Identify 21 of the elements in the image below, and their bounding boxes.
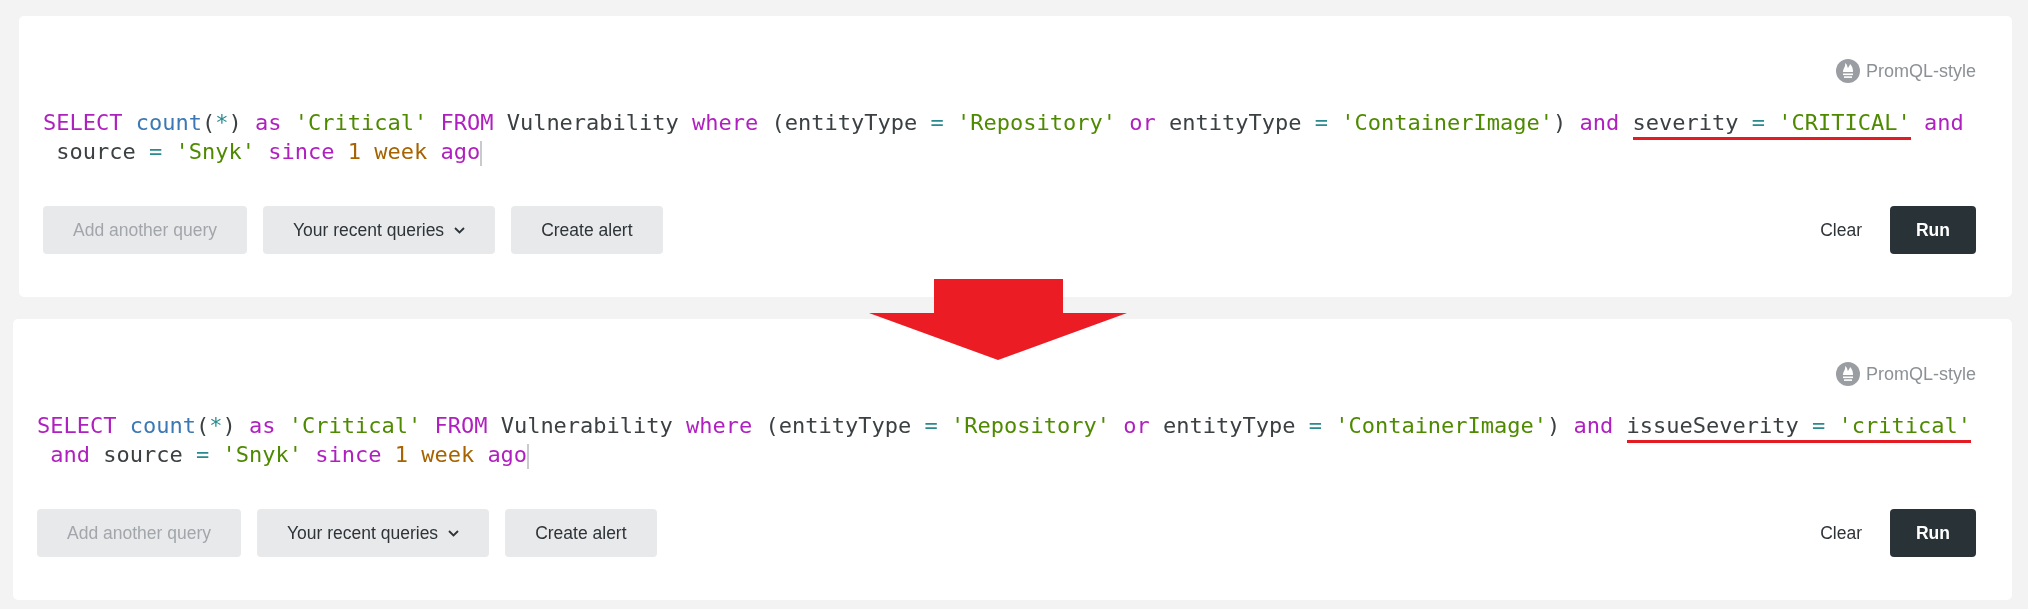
query-text: source = 'Snyk' since 1 week ago: [55, 138, 481, 166]
clear-button[interactable]: Clear: [1808, 509, 1874, 557]
query-text: SELECT count(*) as 'Critical' FROM Vulnerability where (entityType = 'Repository' or entityType = 'ContainerImage') and severity = 'CRITICAL' and: [43, 108, 1964, 137]
query-language-label: PromQL-style: [1865, 60, 1976, 82]
recent-queries-dropdown[interactable]: Your recent queries: [257, 509, 490, 557]
toolbar-button[interactable]: Create alert: [505, 509, 657, 557]
query-text: SELECT count(*) as 'Critical' FROM Vulnerability where (entityType = 'Repository' or entityType = 'ContainerImage') and issueSeverity = 'critical': [37, 411, 1971, 440]
chevron-down-icon: [448, 529, 460, 537]
down-arrow-icon: [869, 279, 1127, 360]
run-button[interactable]: Run: [1889, 509, 1976, 557]
run-button[interactable]: Run: [1889, 206, 1976, 254]
flame-icon: [1835, 59, 1860, 83]
recent-queries-dropdown[interactable]: Your recent queries: [263, 206, 496, 254]
toolbar-button[interactable]: Create alert: [511, 206, 663, 254]
flame-icon: [1835, 362, 1860, 386]
query-language-label: PromQL-style: [1865, 363, 1976, 385]
query-text: and source = 'Snyk' since 1 week ago: [49, 441, 528, 469]
text-cursor: [527, 443, 529, 469]
text-cursor: [480, 140, 482, 166]
clear-button[interactable]: Clear: [1808, 206, 1874, 254]
chevron-down-icon: [454, 226, 466, 234]
